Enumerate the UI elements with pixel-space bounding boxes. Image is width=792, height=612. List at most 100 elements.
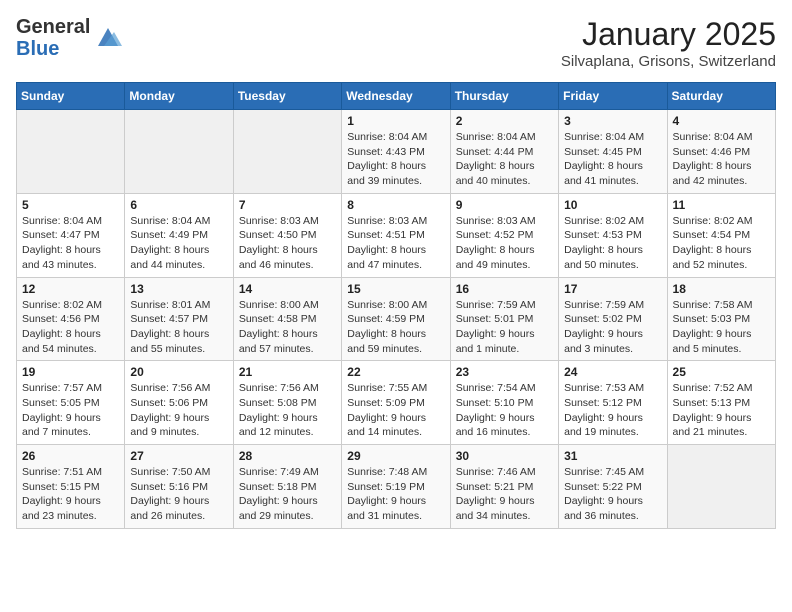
day-cell: 20Sunrise: 7:56 AM Sunset: 5:06 PM Dayli… [125,361,233,445]
day-cell: 27 Sunrise: 7:50 AM Sunset: 5:16 PM Dayli… [125,445,233,529]
day-cell: 23 Sunrise: 7:54 AM Sunset: 5:10 PM Dayli… [450,361,558,445]
day-number: 24 [564,365,661,379]
day-cell: 13Sunrise: 8:01 AM Sunset: 4:57 PM Dayli… [125,277,233,361]
day-info: Sunrise: 7:49 AM Sunset: 5:18 PM Dayligh… [239,465,336,524]
day-cell [17,110,125,194]
day-number: 8 [347,198,444,212]
day-cell: 1 Sunrise: 8:04 AM Sunset: 4:43 PM Daylig… [342,110,450,194]
day-number: 18 [673,282,770,296]
day-cell: 16 Sunrise: 7:59 AM Sunset: 5:01 PM Dayli… [450,277,558,361]
day-cell: 8 Sunrise: 8:03 AM Sunset: 4:51 PM Daylig… [342,193,450,277]
logo: General Blue [16,16,122,60]
logo-blue-text: Blue [16,38,90,60]
day-number: 12 [22,282,119,296]
day-cell: 31Sunrise: 7:45 AM Sunset: 5:22 PM Dayli… [559,445,667,529]
day-info: Sunrise: 7:52 AM Sunset: 5:13 PM Dayligh… [673,381,770,440]
day-info: Sunrise: 8:02 AM Sunset: 4:54 PM Dayligh… [673,214,770,273]
calendar-header: SundayMondayTuesdayWednesdayThursdayFrid… [17,83,776,110]
day-cell: 19 Sunrise: 7:57 AM Sunset: 5:05 PM Dayli… [17,361,125,445]
day-info: Sunrise: 8:02 AM Sunset: 4:56 PM Dayligh… [22,298,119,357]
day-number: 21 [239,365,336,379]
day-cell: 9 Sunrise: 8:03 AM Sunset: 4:52 PM Daylig… [450,193,558,277]
day-info: Sunrise: 7:58 AM Sunset: 5:03 PM Dayligh… [673,298,770,357]
day-number: 2 [456,114,553,128]
day-info: Sunrise: 8:03 AM Sunset: 4:51 PM Dayligh… [347,214,444,273]
location-text: Silvaplana, Grisons, Switzerland [561,53,776,70]
day-number: 9 [456,198,553,212]
day-info: Sunrise: 7:46 AM Sunset: 5:21 PM Dayligh… [456,465,553,524]
day-cell: 6 Sunrise: 8:04 AM Sunset: 4:49 PM Daylig… [125,193,233,277]
day-info: Sunrise: 7:50 AM Sunset: 5:16 PM Dayligh… [130,465,227,524]
logo-icon [94,24,122,52]
day-info: Sunrise: 8:04 AM Sunset: 4:45 PM Dayligh… [564,130,661,189]
day-number: 26 [22,449,119,463]
header-tuesday: Tuesday [233,83,341,110]
day-number: 16 [456,282,553,296]
title-block: January 2025 Silvaplana, Grisons, Switze… [561,16,776,70]
day-number: 1 [347,114,444,128]
day-info: Sunrise: 7:57 AM Sunset: 5:05 PM Dayligh… [22,381,119,440]
week-row-0: 1 Sunrise: 8:04 AM Sunset: 4:43 PM Daylig… [17,110,776,194]
calendar-table: SundayMondayTuesdayWednesdayThursdayFrid… [16,82,776,529]
header-monday: Monday [125,83,233,110]
day-cell: 2 Sunrise: 8:04 AM Sunset: 4:44 PM Daylig… [450,110,558,194]
day-info: Sunrise: 7:56 AM Sunset: 5:06 PM Dayligh… [130,381,227,440]
day-number: 25 [673,365,770,379]
day-cell: 21 Sunrise: 7:56 AM Sunset: 5:08 PM Dayli… [233,361,341,445]
header-friday: Friday [559,83,667,110]
day-cell: 4 Sunrise: 8:04 AM Sunset: 4:46 PM Daylig… [667,110,775,194]
day-number: 23 [456,365,553,379]
day-info: Sunrise: 7:59 AM Sunset: 5:01 PM Dayligh… [456,298,553,357]
month-title: January 2025 [561,16,776,53]
day-cell: 25 Sunrise: 7:52 AM Sunset: 5:13 PM Dayli… [667,361,775,445]
day-number: 6 [130,198,227,212]
day-cell: 5Sunrise: 8:04 AM Sunset: 4:47 PM Daylig… [17,193,125,277]
day-cell: 30Sunrise: 7:46 AM Sunset: 5:21 PM Dayli… [450,445,558,529]
day-cell: 3 Sunrise: 8:04 AM Sunset: 4:45 PM Daylig… [559,110,667,194]
day-number: 3 [564,114,661,128]
day-number: 19 [22,365,119,379]
header-saturday: Saturday [667,83,775,110]
day-info: Sunrise: 7:51 AM Sunset: 5:15 PM Dayligh… [22,465,119,524]
day-info: Sunrise: 7:54 AM Sunset: 5:10 PM Dayligh… [456,381,553,440]
day-number: 4 [673,114,770,128]
day-cell: 10Sunrise: 8:02 AM Sunset: 4:53 PM Dayli… [559,193,667,277]
day-info: Sunrise: 7:55 AM Sunset: 5:09 PM Dayligh… [347,381,444,440]
day-number: 7 [239,198,336,212]
day-number: 31 [564,449,661,463]
day-cell: 26 Sunrise: 7:51 AM Sunset: 5:15 PM Dayli… [17,445,125,529]
day-info: Sunrise: 8:03 AM Sunset: 4:52 PM Dayligh… [456,214,553,273]
day-info: Sunrise: 8:04 AM Sunset: 4:44 PM Dayligh… [456,130,553,189]
day-info: Sunrise: 7:48 AM Sunset: 5:19 PM Dayligh… [347,465,444,524]
day-number: 15 [347,282,444,296]
page-header: General Blue January 2025 Silvaplana, Gr… [16,16,776,70]
day-cell: 14 Sunrise: 8:00 AM Sunset: 4:58 PM Dayli… [233,277,341,361]
header-wednesday: Wednesday [342,83,450,110]
day-info: Sunrise: 8:00 AM Sunset: 4:58 PM Dayligh… [239,298,336,357]
day-number: 27 [130,449,227,463]
day-number: 29 [347,449,444,463]
week-row-4: 26 Sunrise: 7:51 AM Sunset: 5:15 PM Dayli… [17,445,776,529]
day-cell: 18 Sunrise: 7:58 AM Sunset: 5:03 PM Dayli… [667,277,775,361]
day-info: Sunrise: 8:04 AM Sunset: 4:46 PM Dayligh… [673,130,770,189]
day-cell: 24 Sunrise: 7:53 AM Sunset: 5:12 PM Dayli… [559,361,667,445]
day-cell [125,110,233,194]
day-cell: 12 Sunrise: 8:02 AM Sunset: 4:56 PM Dayli… [17,277,125,361]
day-info: Sunrise: 8:04 AM Sunset: 4:47 PM Dayligh… [22,214,119,273]
day-number: 10 [564,198,661,212]
day-cell: 11 Sunrise: 8:02 AM Sunset: 4:54 PM Dayli… [667,193,775,277]
day-info: Sunrise: 8:04 AM Sunset: 4:43 PM Dayligh… [347,130,444,189]
day-info: Sunrise: 8:04 AM Sunset: 4:49 PM Dayligh… [130,214,227,273]
day-cell: 29 Sunrise: 7:48 AM Sunset: 5:19 PM Dayli… [342,445,450,529]
logo-general-text: General [16,16,90,38]
day-number: 14 [239,282,336,296]
day-number: 11 [673,198,770,212]
day-info: Sunrise: 8:03 AM Sunset: 4:50 PM Dayligh… [239,214,336,273]
header-thursday: Thursday [450,83,558,110]
day-cell: 22Sunrise: 7:55 AM Sunset: 5:09 PM Dayli… [342,361,450,445]
day-info: Sunrise: 7:56 AM Sunset: 5:08 PM Dayligh… [239,381,336,440]
day-info: Sunrise: 7:53 AM Sunset: 5:12 PM Dayligh… [564,381,661,440]
day-cell [667,445,775,529]
week-row-1: 5Sunrise: 8:04 AM Sunset: 4:47 PM Daylig… [17,193,776,277]
day-number: 17 [564,282,661,296]
